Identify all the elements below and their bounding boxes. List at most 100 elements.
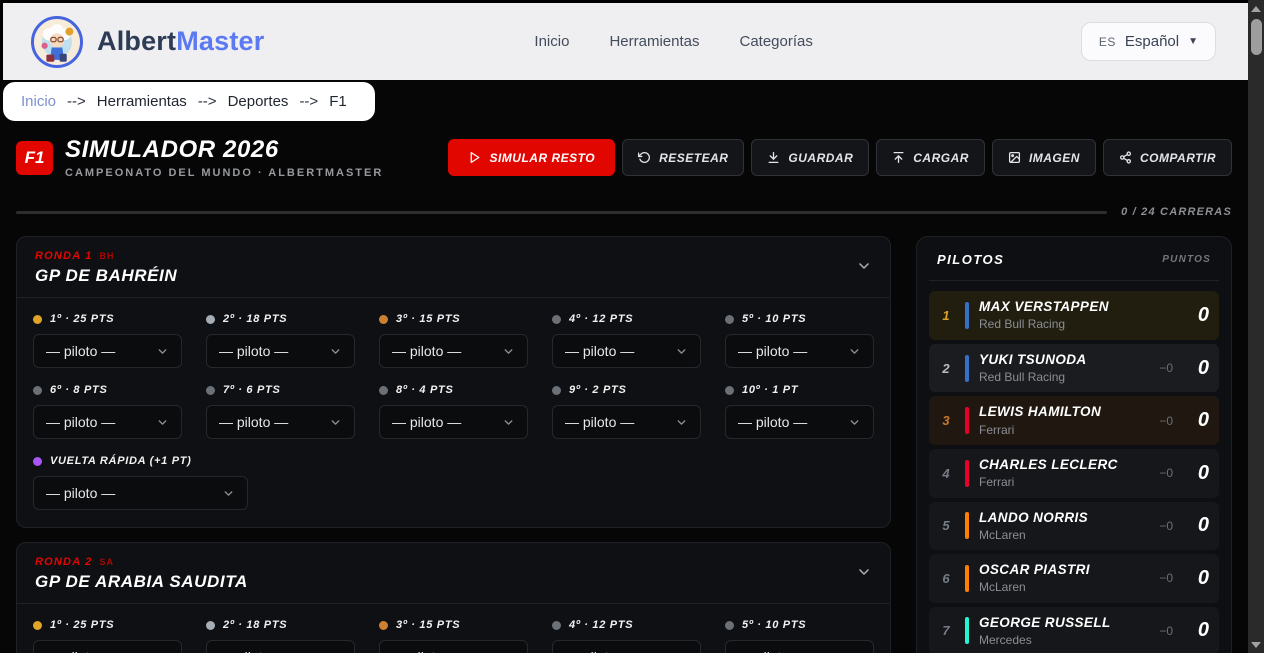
position-slot: 3º · 15 PTS — piloto —: [379, 619, 528, 653]
driver-select-value: — piloto —: [392, 414, 461, 430]
driver-name: LEWIS HAMILTON: [979, 404, 1101, 420]
page-subtitle: CAMPEONATO DEL MUNDO · ALBERTMASTER: [65, 167, 383, 180]
driver-select-value: — piloto —: [46, 485, 115, 501]
driver-select-value: — piloto —: [46, 414, 115, 430]
races-column: RONDA 1 BH GP DE BAHRÉIN 1º · 25 PTS — p…: [16, 236, 891, 653]
save-button[interactable]: GUARDAR: [751, 139, 869, 176]
position-dot-icon: [33, 621, 42, 630]
driver-select-value: — piloto —: [738, 343, 807, 359]
driver-row[interactable]: 1 MAX VERSTAPPEN Red Bull Racing 0: [929, 291, 1219, 340]
country-code: BH: [100, 251, 115, 261]
driver-select[interactable]: — piloto —: [725, 334, 874, 368]
driver-points: 0: [1183, 409, 1209, 432]
chevron-down-icon: [329, 416, 342, 429]
driver-row[interactable]: 2 YUKI TSUNODA Red Bull Racing −0 0: [929, 344, 1219, 393]
driver-select[interactable]: — piloto —: [552, 405, 701, 439]
driver-rank: 3: [937, 413, 955, 428]
driver-select[interactable]: — piloto —: [33, 640, 182, 653]
position-label: 9º · 2 PTS: [569, 384, 626, 396]
driver-select[interactable]: — piloto —: [206, 334, 355, 368]
vertical-scrollbar[interactable]: [1248, 0, 1264, 653]
position-label: 4º · 12 PTS: [569, 313, 633, 325]
position-dot-icon: [33, 386, 42, 395]
race-card-header[interactable]: RONDA 2 SA GP DE ARABIA SAUDITA: [17, 543, 890, 604]
driver-rank: 1: [937, 308, 955, 323]
breadcrumb-item[interactable]: Deportes: [228, 93, 289, 110]
driver-rank: 4: [937, 466, 955, 481]
simulate-button[interactable]: SIMULAR RESTO: [448, 139, 615, 176]
standings-rows: 1 MAX VERSTAPPEN Red Bull Racing 0 2 YUK…: [929, 291, 1219, 653]
points-gap: −0: [1159, 571, 1173, 585]
image-button[interactable]: IMAGEN: [992, 139, 1096, 176]
albertmaster-logo-icon: [31, 16, 83, 68]
download-icon: [767, 151, 780, 164]
nav-link[interactable]: Herramientas: [609, 33, 699, 50]
f1-badge: F1: [16, 141, 53, 175]
driver-name: CHARLES LECLERC: [979, 457, 1118, 473]
race-card: RONDA 2 SA GP DE ARABIA SAUDITA 1º · 25 …: [16, 542, 891, 653]
driver-select-value: — piloto —: [738, 649, 807, 653]
team-name: Red Bull Racing: [979, 317, 1109, 331]
position-dot-icon: [379, 315, 388, 324]
driver-select[interactable]: — piloto —: [725, 405, 874, 439]
driver-select[interactable]: — piloto —: [379, 405, 528, 439]
position-label: 8º · 4 PTS: [396, 384, 453, 396]
reset-button[interactable]: RESETEAR: [622, 139, 744, 176]
position-dot-icon: [206, 315, 215, 324]
breadcrumb-item[interactable]: Herramientas: [97, 93, 187, 110]
position-label: 3º · 15 PTS: [396, 313, 460, 325]
driver-select[interactable]: — piloto —: [33, 334, 182, 368]
driver-row[interactable]: 3 LEWIS HAMILTON Ferrari −0 0: [929, 396, 1219, 445]
driver-select[interactable]: — piloto —: [33, 476, 248, 510]
driver-select[interactable]: — piloto —: [552, 640, 701, 653]
gp-name: GP DE ARABIA SAUDITA: [35, 572, 248, 592]
driver-points: 0: [1183, 619, 1209, 642]
driver-select-value: — piloto —: [219, 414, 288, 430]
position-dot-icon: [552, 386, 561, 395]
position-slot: 3º · 15 PTS — piloto —: [379, 313, 528, 368]
driver-points: 0: [1183, 567, 1209, 590]
chevron-down-icon: [156, 345, 169, 358]
race-card-header[interactable]: RONDA 1 BH GP DE BAHRÉIN: [17, 237, 890, 298]
driver-select[interactable]: — piloto —: [725, 640, 874, 653]
driver-row[interactable]: 7 GEORGE RUSSELL Mercedes −0 0: [929, 607, 1219, 653]
position-dot-icon: [552, 621, 561, 630]
driver-select[interactable]: — piloto —: [379, 334, 528, 368]
breadcrumb-item[interactable]: Inicio: [21, 93, 56, 110]
toolbar-actions: SIMULAR RESTO RESETEAR GUARDAR CARGAR IM…: [448, 139, 1232, 176]
nav-link[interactable]: Categorías: [739, 33, 812, 50]
driver-rank: 5: [937, 518, 955, 533]
language-code: ES: [1099, 35, 1116, 49]
driver-select-value: — piloto —: [46, 343, 115, 359]
driver-row[interactable]: 6 OSCAR PIASTRI McLaren −0 0: [929, 554, 1219, 603]
team-color-bar: [965, 355, 969, 382]
chevron-down-icon: [156, 416, 169, 429]
position-slot: 7º · 6 PTS — piloto —: [206, 384, 355, 439]
standings-panel: PILOTOS PUNTOS 1 MAX VERSTAPPEN Red Bull…: [916, 236, 1232, 653]
driver-row[interactable]: 5 LANDO NORRIS McLaren −0 0: [929, 502, 1219, 551]
position-dot-icon: [33, 457, 42, 466]
position-label: 6º · 8 PTS: [50, 384, 107, 396]
driver-select[interactable]: — piloto —: [206, 640, 355, 653]
load-button[interactable]: CARGAR: [876, 139, 985, 176]
team-name: Ferrari: [979, 475, 1118, 489]
position-label: VUELTA RÁPIDA (+1 PT): [50, 455, 192, 467]
driver-select-value: — piloto —: [219, 343, 288, 359]
share-button[interactable]: COMPARTIR: [1103, 139, 1232, 176]
driver-select[interactable]: — piloto —: [379, 640, 528, 653]
driver-select[interactable]: — piloto —: [552, 334, 701, 368]
position-slot: 2º · 18 PTS — piloto —: [206, 313, 355, 368]
page-header: F1 SIMULADOR 2026 CAMPEONATO DEL MUNDO ·…: [16, 136, 1232, 179]
scroll-up-icon[interactable]: [1251, 6, 1261, 12]
nav-link[interactable]: Inicio: [534, 33, 569, 50]
driver-select[interactable]: — piloto —: [33, 405, 182, 439]
brand[interactable]: AlbertMaster: [31, 16, 264, 68]
scroll-down-icon[interactable]: [1251, 642, 1261, 648]
scrollbar-thumb[interactable]: [1251, 19, 1262, 55]
driver-row[interactable]: 4 CHARLES LECLERC Ferrari −0 0: [929, 449, 1219, 498]
language-selector[interactable]: ES Español ▼: [1081, 22, 1216, 61]
driver-select-value: — piloto —: [392, 343, 461, 359]
driver-select[interactable]: — piloto —: [206, 405, 355, 439]
breadcrumb-item[interactable]: F1: [329, 93, 347, 110]
position-dot-icon: [725, 315, 734, 324]
